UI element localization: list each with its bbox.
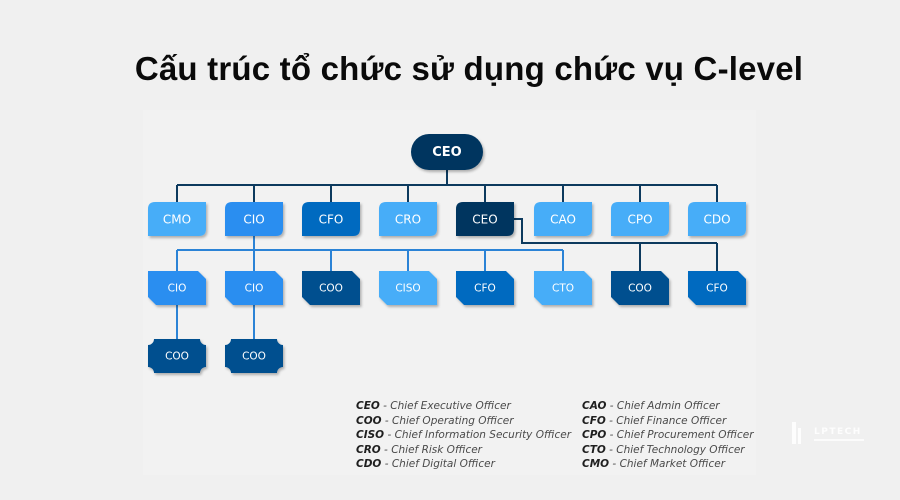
logo-text: LPTECH (814, 427, 862, 437)
legend-item: CRO - Chief Risk Officer (356, 443, 482, 456)
org-node-label: CAO (550, 213, 576, 227)
legend-item: CMO - Chief Market Officer (582, 458, 726, 471)
org-node-label: CEO (432, 145, 461, 160)
org-node-label: CISO (395, 283, 420, 295)
org-node-label: CFO (319, 213, 344, 227)
logo-mark-icon (798, 428, 801, 444)
connectors (176, 170, 718, 339)
org-node-label: CIO (168, 283, 187, 295)
org-node-label: COO (165, 351, 189, 363)
legend-item: CTO - Chief Technology Officer (582, 443, 745, 456)
org-node-label: COO (242, 351, 266, 363)
legend-item: CISO - Chief Information Security Office… (356, 429, 572, 442)
logo-mark-icon (792, 422, 796, 444)
legend-item: COO - Chief Operating Officer (356, 414, 514, 427)
org-node-label: CRO (395, 213, 421, 227)
legend-left: CEO - Chief Executive Officer COO - Chie… (356, 399, 571, 472)
legend-item: CAO - Chief Admin Officer (582, 400, 720, 412)
org-node-label: CIO (245, 283, 264, 295)
legend-item: CDO - Chief Digital Officer (356, 458, 495, 471)
org-node-label: COO (628, 283, 652, 295)
org-node-label: CTO (552, 283, 574, 295)
org-node-label: CIO (243, 213, 264, 227)
legend-item: CPO - Chief Procurement Officer (582, 429, 754, 442)
org-node-label: CMO (163, 213, 191, 227)
org-node-label: CFO (474, 283, 496, 295)
legend-item: CEO - Chief Executive Officer (356, 400, 511, 412)
org-node-label: CDO (703, 213, 730, 227)
org-node-label: CPO (627, 213, 652, 227)
org-node-label: CFO (706, 283, 728, 295)
nodes: CEO CMO CIO CFO CRO CEO CAO CPO CDO CIO CIO COO CISO… (148, 134, 746, 373)
org-node-label: CEO (472, 213, 497, 227)
watermark-logo: LPTECH (790, 422, 880, 448)
org-node-label: COO (319, 283, 343, 295)
legend-right: CAO - Chief Admin Officer CFO - Chief Fi… (582, 399, 754, 472)
legend-item: CFO - Chief Finance Officer (582, 414, 727, 427)
logo-underline (814, 439, 864, 441)
